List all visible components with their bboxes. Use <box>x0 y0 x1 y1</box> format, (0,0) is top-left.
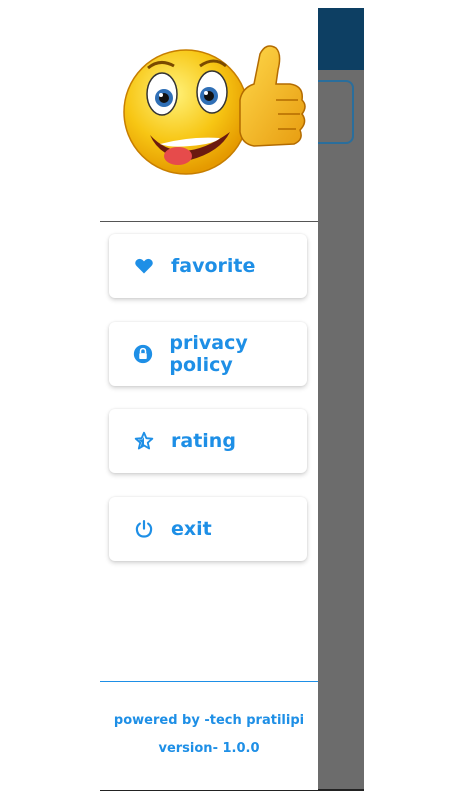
powered-by-text: powered by -tech pratilipi <box>113 713 305 728</box>
menu-item-exit[interactable]: exit <box>109 497 307 561</box>
background-app-scrim[interactable] <box>308 8 364 790</box>
menu-item-label: exit <box>171 518 212 540</box>
menu-item-label: favorite <box>171 255 256 277</box>
menu-item-label: privacy policy <box>169 332 248 376</box>
power-icon <box>133 518 155 540</box>
menu-item-favorite[interactable]: favorite <box>109 234 307 298</box>
background-app-bar <box>318 8 364 70</box>
navigation-drawer: favorite privacy policy rating exit powe… <box>100 0 318 790</box>
version-text: version- 1.0.0 <box>158 741 260 756</box>
menu-item-rating[interactable]: rating <box>109 409 307 473</box>
drawer-header <box>100 0 318 222</box>
header-divider <box>100 221 318 222</box>
menu-item-privacy-policy[interactable]: privacy policy <box>109 322 307 386</box>
star-icon <box>133 430 155 452</box>
footer-divider <box>100 681 318 682</box>
menu-item-label: rating <box>171 430 236 452</box>
heart-icon <box>133 255 155 277</box>
lock-icon <box>133 343 153 365</box>
thumbs-up-emoji-icon <box>123 45 306 175</box>
